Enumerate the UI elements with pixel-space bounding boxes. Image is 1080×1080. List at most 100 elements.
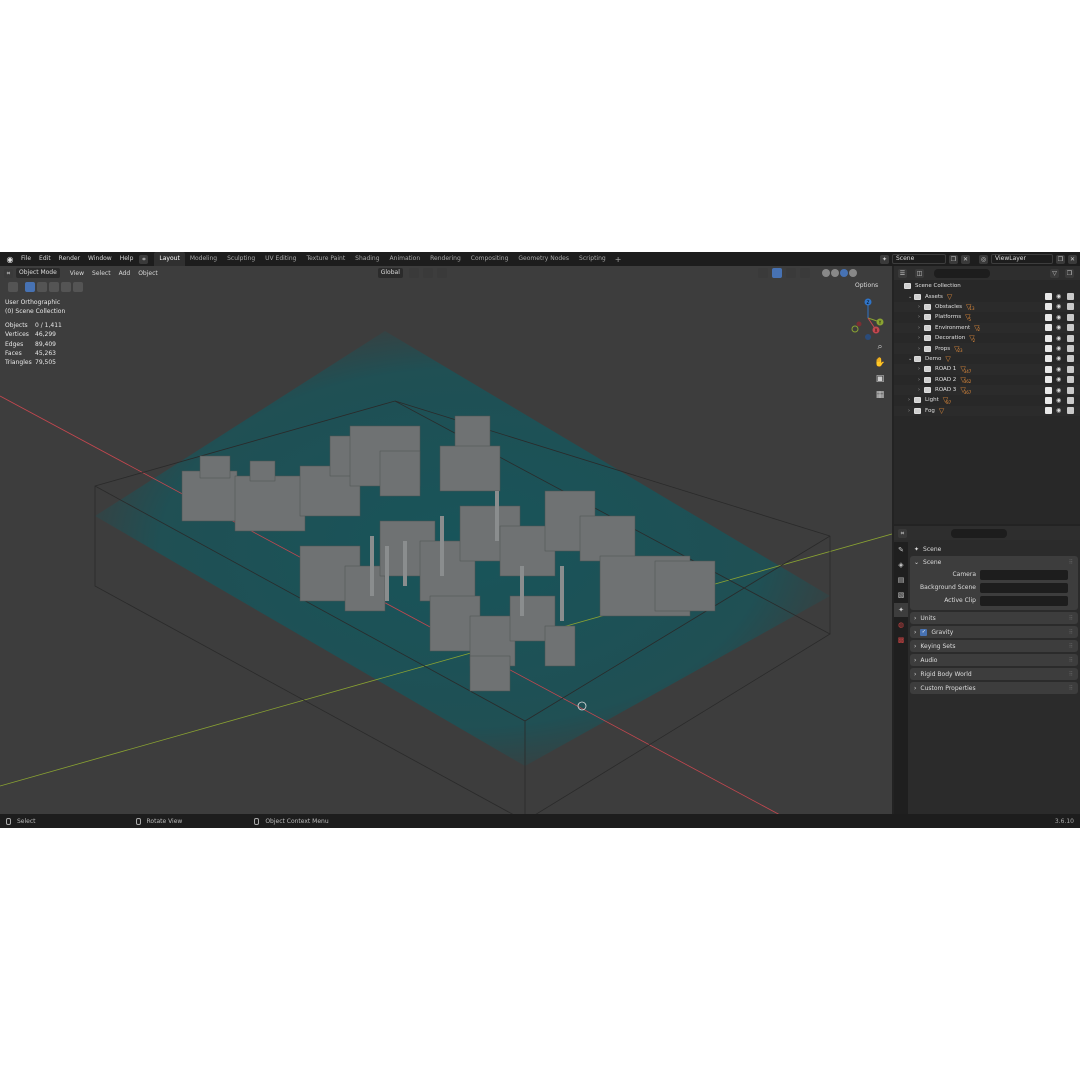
wireframe-shading-icon[interactable] bbox=[822, 269, 830, 277]
camera-icon[interactable] bbox=[1067, 345, 1074, 353]
exclude-checkbox[interactable] bbox=[1045, 334, 1052, 342]
tree-row[interactable]: › ROAD 3 ▽ 367 ◉ bbox=[894, 384, 1080, 396]
tree-row-root[interactable]: Scene Collection bbox=[894, 281, 1080, 291]
gizmo-toggle-icon[interactable] bbox=[772, 268, 782, 278]
transform-orientation-dropdown[interactable]: Global bbox=[377, 268, 403, 278]
eye-icon[interactable]: ◉ bbox=[1056, 303, 1063, 310]
rendered-shading-icon[interactable] bbox=[849, 269, 857, 277]
drag-grip-icon[interactable]: ⠿ bbox=[1069, 657, 1073, 664]
grid-perspective-icon[interactable]: ▦ bbox=[874, 390, 886, 402]
exclude-checkbox[interactable] bbox=[1045, 303, 1052, 311]
tab-compositing[interactable]: Compositing bbox=[466, 252, 514, 266]
tree-row[interactable]: › Props ▽ 23 ◉ bbox=[894, 343, 1080, 354]
select-extend-icon[interactable] bbox=[37, 282, 47, 292]
eye-icon[interactable]: ◉ bbox=[1056, 387, 1063, 394]
properties-search-input[interactable] bbox=[951, 528, 1007, 538]
view-layer-field[interactable]: ViewLayer bbox=[991, 254, 1053, 264]
tab-geometry-nodes[interactable]: Geometry Nodes bbox=[513, 252, 574, 266]
select-subtract-icon[interactable] bbox=[49, 282, 59, 292]
camera-icon[interactable] bbox=[1067, 293, 1074, 301]
tree-row[interactable]: › Obstacles ▽ 13 ◉ bbox=[894, 301, 1080, 313]
background-scene-field[interactable] bbox=[980, 582, 1068, 593]
blender-logo-icon[interactable]: ◉ bbox=[3, 252, 17, 266]
options-dropdown[interactable]: Options bbox=[855, 282, 878, 289]
tab-shading[interactable]: Shading bbox=[350, 252, 384, 266]
tree-row[interactable]: › ROAD 2 ▽ 362 ◉ bbox=[894, 375, 1080, 385]
tree-row[interactable]: › Fog ▽ ◉ bbox=[894, 405, 1080, 417]
camera-icon[interactable] bbox=[1067, 313, 1074, 321]
drag-grip-icon[interactable]: ⠿ bbox=[1069, 671, 1073, 678]
menu-add[interactable]: Add bbox=[115, 270, 135, 277]
tab-uv-editing[interactable]: UV Editing bbox=[260, 252, 301, 266]
snap-icon[interactable] bbox=[422, 268, 433, 278]
tab-scripting[interactable]: Scripting bbox=[574, 252, 611, 266]
exclude-checkbox[interactable] bbox=[1045, 355, 1052, 363]
scene-tab-icon[interactable]: ✦ bbox=[894, 603, 908, 617]
scene-panel-header[interactable]: ⌄ Scene ⠿ bbox=[910, 556, 1078, 568]
new-collection-icon[interactable]: ❐ bbox=[1065, 268, 1074, 278]
drag-grip-icon[interactable]: ⠿ bbox=[1069, 615, 1073, 622]
display-mode-icon[interactable]: ◫ bbox=[915, 268, 924, 278]
tree-row[interactable]: ⌄ Assets ▽ ◉ bbox=[894, 291, 1080, 301]
custom-properties-panel[interactable]: › Custom Properties ⠿ bbox=[910, 682, 1078, 694]
gravity-panel[interactable]: › ✓ Gravity ⠿ bbox=[910, 626, 1078, 638]
units-panel[interactable]: › Units ⠿ bbox=[910, 612, 1078, 624]
mode-dropdown[interactable]: Object Mode bbox=[16, 268, 60, 278]
output-tab-icon[interactable]: ▤ bbox=[894, 573, 908, 587]
menu-file[interactable]: File bbox=[17, 252, 35, 266]
exclude-checkbox[interactable] bbox=[1045, 396, 1052, 404]
tree-row[interactable]: › Decoration ▽ 2 ◉ bbox=[894, 333, 1080, 343]
tab-layout[interactable]: Layout bbox=[154, 252, 185, 266]
world-tab-icon[interactable]: ◍ bbox=[894, 618, 908, 632]
pan-hand-icon[interactable]: ✋ bbox=[874, 358, 886, 370]
menu-object[interactable]: Object bbox=[134, 270, 162, 277]
camera-icon[interactable] bbox=[1067, 386, 1074, 394]
tab-rendering[interactable]: Rendering bbox=[425, 252, 466, 266]
camera-view-icon[interactable]: ▣ bbox=[874, 374, 886, 386]
scene-icon[interactable]: ✦ bbox=[880, 254, 889, 264]
camera-icon[interactable] bbox=[1067, 303, 1074, 311]
render-tab-icon[interactable]: ◈ bbox=[894, 558, 908, 572]
eye-icon[interactable]: ◉ bbox=[1056, 407, 1063, 414]
editor-type-icon[interactable]: ⌗ bbox=[139, 254, 149, 264]
select-intersect-icon[interactable] bbox=[73, 282, 83, 292]
proportional-edit-icon[interactable] bbox=[436, 268, 447, 278]
exclude-checkbox[interactable] bbox=[1045, 313, 1052, 321]
add-workspace-button[interactable]: + bbox=[611, 255, 626, 264]
3d-viewport[interactable]: ⌗ Object Mode View Select Add Object Glo… bbox=[0, 266, 892, 814]
xray-icon[interactable] bbox=[800, 268, 810, 278]
navigation-gizmo[interactable]: Z Y X bbox=[846, 296, 890, 340]
tree-row[interactable]: › Platforms ▽ 5 ◉ bbox=[894, 312, 1080, 322]
new-scene-icon[interactable]: ❐ bbox=[949, 254, 958, 264]
rigid-body-world-panel[interactable]: › Rigid Body World ⠿ bbox=[910, 668, 1078, 680]
pivot-icon[interactable] bbox=[408, 268, 419, 278]
select-tool-icon[interactable] bbox=[8, 282, 18, 292]
eye-icon[interactable]: ◉ bbox=[1056, 293, 1063, 300]
eye-icon[interactable]: ◉ bbox=[1056, 376, 1063, 383]
drag-grip-icon[interactable]: ⠿ bbox=[1069, 685, 1073, 692]
camera-icon[interactable] bbox=[1067, 324, 1074, 332]
audio-panel[interactable]: › Audio ⠿ bbox=[910, 654, 1078, 666]
viewport-scene[interactable] bbox=[0, 266, 892, 814]
tree-row[interactable]: › ROAD 1 ▽ 347 ◉ bbox=[894, 364, 1080, 375]
exclude-checkbox[interactable] bbox=[1045, 324, 1052, 332]
tool-tab-icon[interactable]: ✎ bbox=[894, 543, 908, 557]
eye-icon[interactable]: ◉ bbox=[1056, 355, 1063, 362]
texture-tab-icon[interactable]: ▩ bbox=[894, 633, 908, 647]
drag-grip-icon[interactable]: ⠿ bbox=[1069, 629, 1073, 636]
drag-grip-icon[interactable]: ⠿ bbox=[1069, 643, 1073, 650]
delete-scene-icon[interactable]: ✕ bbox=[961, 254, 970, 264]
camera-field[interactable] bbox=[980, 569, 1068, 580]
menu-help[interactable]: Help bbox=[116, 252, 138, 266]
view-layer-tab-icon[interactable]: ▧ bbox=[894, 588, 908, 602]
drag-grip-icon[interactable]: ⠿ bbox=[1069, 559, 1073, 566]
camera-icon[interactable] bbox=[1067, 407, 1074, 415]
tab-animation[interactable]: Animation bbox=[385, 252, 426, 266]
keying-sets-panel[interactable]: › Keying Sets ⠿ bbox=[910, 640, 1078, 652]
menu-render[interactable]: Render bbox=[55, 252, 84, 266]
eye-icon[interactable]: ◉ bbox=[1056, 366, 1063, 373]
delete-view-layer-icon[interactable]: ✕ bbox=[1068, 254, 1077, 264]
tab-texture-paint[interactable]: Texture Paint bbox=[301, 252, 350, 266]
visibility-icon[interactable] bbox=[758, 268, 768, 278]
tree-row[interactable]: › Environment ▽ 2 ◉ bbox=[894, 322, 1080, 333]
